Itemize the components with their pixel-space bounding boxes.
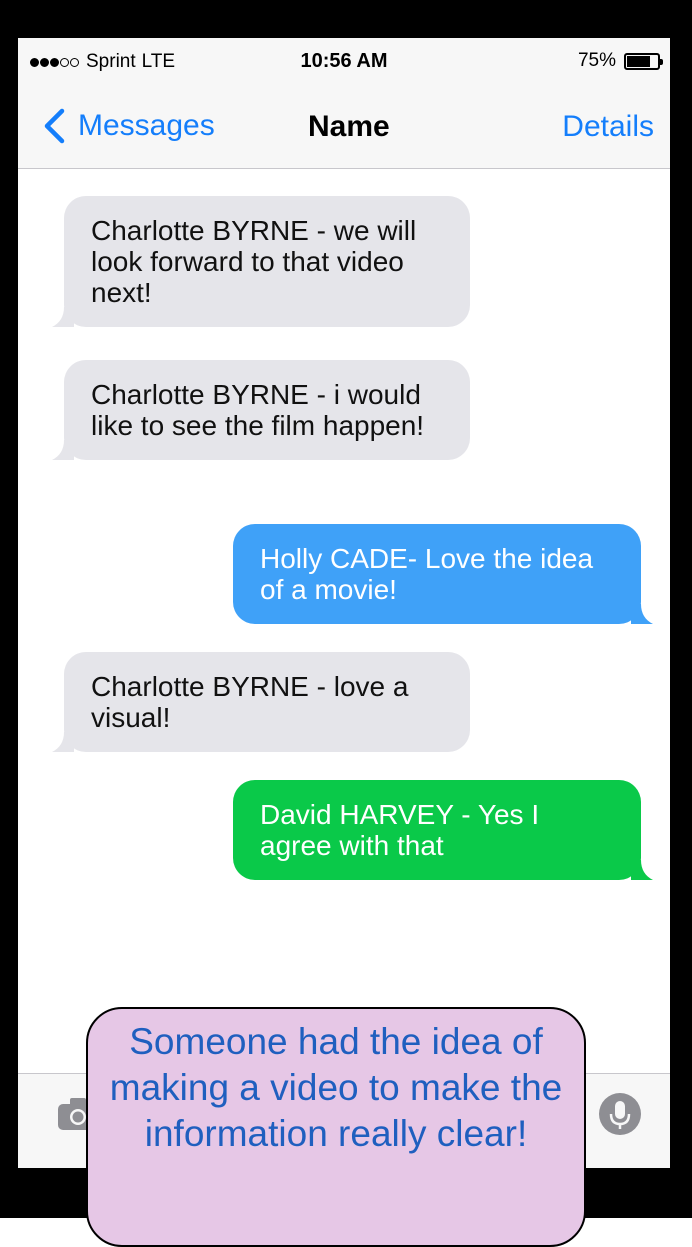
phone-screen: Sprint LTE 10:56 AM 75% Messages Name De… [18, 38, 670, 1168]
back-button[interactable]: Messages [42, 108, 215, 144]
message-bubble-sent: David HARVEY - Yes I agree with that [233, 780, 653, 880]
message-text: Holly CADE- Love the idea of a movie! [260, 543, 594, 605]
message-text: Charlotte BYRNE - love a visual! [91, 671, 409, 733]
message-bubble-received: Charlotte BYRNE - i would like to see th… [52, 360, 470, 460]
message-bubble-sent: Holly CADE- Love the idea of a movie! [233, 524, 653, 624]
status-time: 10:56 AM [300, 50, 388, 72]
message-text: David HARVEY - Yes I agree with that [260, 799, 540, 861]
status-right: 75% [577, 50, 663, 72]
details-button[interactable]: Details [562, 110, 654, 144]
nav-bar: Messages Name Details [18, 88, 670, 169]
message-bubble-received: Charlotte BYRNE - we will look forward t… [52, 196, 470, 327]
callout-box: Someone had the idea of making a video t… [86, 1007, 586, 1247]
bubble-tail [631, 860, 653, 880]
bubble-tail [52, 440, 74, 460]
message-text: Charlotte BYRNE - we will look forward t… [91, 215, 417, 308]
phone-frame: Sprint LTE 10:56 AM 75% Messages Name De… [0, 0, 692, 1247]
bubble-tail [631, 604, 653, 624]
chevron-left-icon [44, 108, 65, 144]
conversation-title: Name [308, 110, 390, 143]
bubble-tail [52, 307, 74, 327]
status-bar: Sprint LTE 10:56 AM 75% [18, 38, 670, 88]
message-bubble-received: Charlotte BYRNE - love a visual! [52, 652, 470, 752]
back-button-label: Messages [78, 109, 215, 142]
callout-text: Someone had the idea of making a video t… [109, 1021, 563, 1154]
battery-icon [624, 52, 663, 70]
message-text: Charlotte BYRNE - i would like to see th… [91, 379, 425, 441]
battery-percent: 75% [577, 50, 616, 71]
microphone-icon[interactable] [598, 1092, 642, 1136]
bubble-tail [52, 732, 74, 752]
